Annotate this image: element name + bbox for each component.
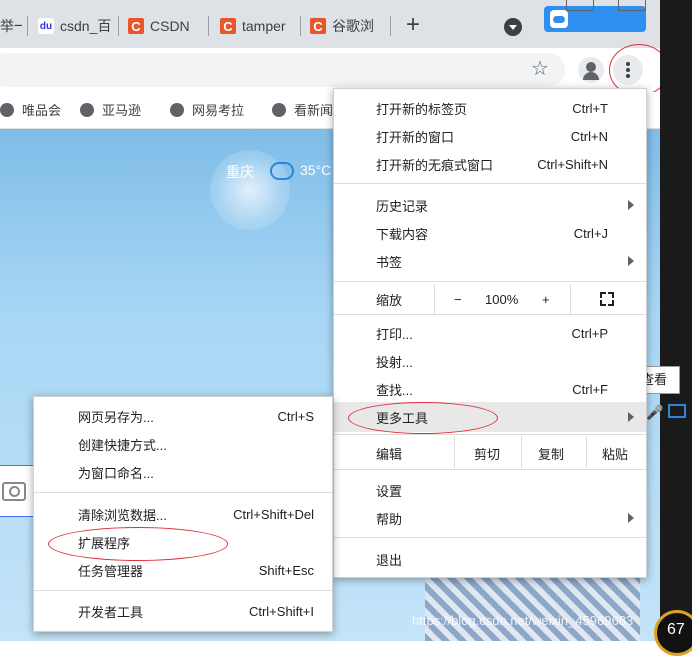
watermark: https://blog.csdn.net/weixin_45969683 xyxy=(412,613,634,628)
menu-item-new-incognito[interactable]: 打开新的无痕式窗口 Ctrl+Shift+N xyxy=(334,150,646,178)
window-close-icon[interactable] xyxy=(618,0,646,11)
badge-counter: 67 xyxy=(654,610,692,656)
bookmark-item[interactable]: 看新闻 xyxy=(272,100,333,119)
tab-2[interactable]: du csdn_百 xyxy=(38,12,114,40)
tab-divider xyxy=(208,16,209,36)
tab-1[interactable]: 举一 xyxy=(0,12,22,40)
baidu-icon: du xyxy=(38,18,54,34)
zoom-label: 缩放 xyxy=(376,292,403,308)
menu-item-new-tab[interactable]: 打开新的标签页 Ctrl+T xyxy=(334,94,646,122)
desktop-background xyxy=(660,0,692,641)
menu-item-history[interactable]: 历史记录 xyxy=(334,191,646,219)
window-restore-icon[interactable] xyxy=(566,0,594,11)
new-tab-button[interactable]: + xyxy=(406,12,420,38)
tab-label: CSDN xyxy=(150,18,190,34)
bookmark-label: 网易考拉 xyxy=(192,103,245,118)
menu-divider xyxy=(334,281,646,282)
paste-button[interactable]: 粘贴 xyxy=(602,444,628,463)
search-box-edge[interactable] xyxy=(0,465,35,517)
cloud-weather-icon xyxy=(270,162,294,180)
tab-3[interactable]: C CSDN xyxy=(128,12,198,40)
annotation-circle-extensions xyxy=(48,527,228,561)
menu-item-clear-data[interactable]: 清除浏览数据... Ctrl+Shift+Del xyxy=(34,500,332,528)
menu-item-help[interactable]: 帮助 xyxy=(334,504,646,532)
more-tools-submenu: 网页另存为... Ctrl+S 创建快捷方式... 为窗口命名... 清除浏览数据… xyxy=(33,396,333,632)
globe-icon xyxy=(0,102,14,117)
copy-button[interactable]: 复制 xyxy=(538,444,564,463)
menu-divider xyxy=(34,492,332,493)
tab-label: 谷歌浏 xyxy=(332,18,374,34)
menu-item-new-window[interactable]: 打开新的窗口 Ctrl+N xyxy=(334,122,646,150)
chevron-right-icon xyxy=(628,256,634,266)
menu-item-zoom: 缩放 − 100% + xyxy=(334,284,646,314)
bookmark-label: 亚马逊 xyxy=(102,103,142,118)
cut-button[interactable]: 剪切 xyxy=(474,444,500,463)
tab-divider xyxy=(390,16,391,36)
chevron-right-icon xyxy=(628,513,634,523)
menu-item-cast[interactable]: 投射... xyxy=(334,347,646,375)
menu-item-name-window[interactable]: 为窗口命名... xyxy=(34,458,332,486)
tab-5[interactable]: C 谷歌浏 xyxy=(310,12,384,40)
tab-label: csdn_百 xyxy=(60,18,112,34)
csdn-icon: C xyxy=(220,18,236,34)
menu-item-create-shortcut[interactable]: 创建快捷方式... xyxy=(34,430,332,458)
globe-icon xyxy=(272,102,286,117)
menu-item-downloads[interactable]: 下载内容 Ctrl+J xyxy=(334,219,646,247)
annotation-circle-more-tools xyxy=(348,402,498,434)
chevron-right-icon xyxy=(628,200,634,210)
menu-divider xyxy=(334,469,646,470)
menu-item-print[interactable]: 打印... Ctrl+P xyxy=(334,319,646,347)
zoom-out-button[interactable]: − xyxy=(454,292,462,307)
menu-item-exit[interactable]: 退出 xyxy=(334,545,646,573)
menu-divider xyxy=(334,314,646,315)
keyboard-icon[interactable] xyxy=(668,404,686,418)
tab-label: tamper xyxy=(242,18,286,34)
fullscreen-icon[interactable] xyxy=(600,292,614,306)
weather-city: 重庆 xyxy=(226,164,254,180)
menu-item-save-page[interactable]: 网页另存为... Ctrl+S xyxy=(34,402,332,430)
bookmark-item[interactable]: 亚马逊 xyxy=(80,100,141,119)
star-bookmark-icon[interactable]: ☆ xyxy=(531,59,549,79)
menu-divider xyxy=(34,590,332,591)
chrome-main-menu: 打开新的标签页 Ctrl+T 打开新的窗口 Ctrl+N 打开新的无痕式窗口 Ctrl… xyxy=(333,88,647,578)
bookmark-label: 看新闻 xyxy=(294,103,334,118)
menu-item-task-manager[interactable]: 任务管理器 Shift+Esc xyxy=(34,556,332,584)
mic-icon[interactable]: 🎤 xyxy=(646,404,663,421)
address-bar[interactable] xyxy=(0,53,565,87)
bookmark-label: 唯品会 xyxy=(22,103,62,118)
menu-item-find[interactable]: 查找... Ctrl+F xyxy=(334,375,646,403)
tab-divider xyxy=(300,16,301,36)
tab-divider xyxy=(27,16,28,36)
tab-label: 举一 xyxy=(0,18,22,34)
csdn-icon: C xyxy=(128,18,144,34)
bookmark-item[interactable]: 唯品会 xyxy=(0,100,61,119)
menu-divider xyxy=(334,537,646,538)
globe-icon xyxy=(170,102,184,117)
tab-strip: 举一 du csdn_百 C CSDN C tamper C 谷歌浏 + xyxy=(0,0,692,48)
zoom-in-button[interactable]: + xyxy=(542,292,550,307)
menu-item-settings[interactable]: 设置 xyxy=(334,476,646,504)
bookmark-item[interactable]: 网易考拉 xyxy=(170,100,244,119)
zoom-level: 100% xyxy=(485,291,519,307)
tab-search-icon[interactable] xyxy=(504,18,522,36)
menu-item-dev-tools[interactable]: 开发者工具 Ctrl+Shift+I xyxy=(34,597,332,625)
menu-item-edit: 编辑 剪切 复制 粘贴 xyxy=(334,436,646,468)
csdn-icon: C xyxy=(310,18,326,34)
tab-4[interactable]: C tamper xyxy=(220,12,290,40)
weather-temp: 35°C xyxy=(300,162,332,178)
tab-divider xyxy=(118,16,119,36)
menu-divider xyxy=(334,434,646,435)
chevron-right-icon xyxy=(628,412,634,422)
camera-icon[interactable] xyxy=(2,482,26,501)
cloud-icon xyxy=(550,10,568,28)
menu-divider xyxy=(334,183,646,184)
globe-icon xyxy=(80,102,94,117)
menu-item-bookmarks[interactable]: 书签 xyxy=(334,247,646,275)
profile-icon[interactable] xyxy=(578,57,604,83)
